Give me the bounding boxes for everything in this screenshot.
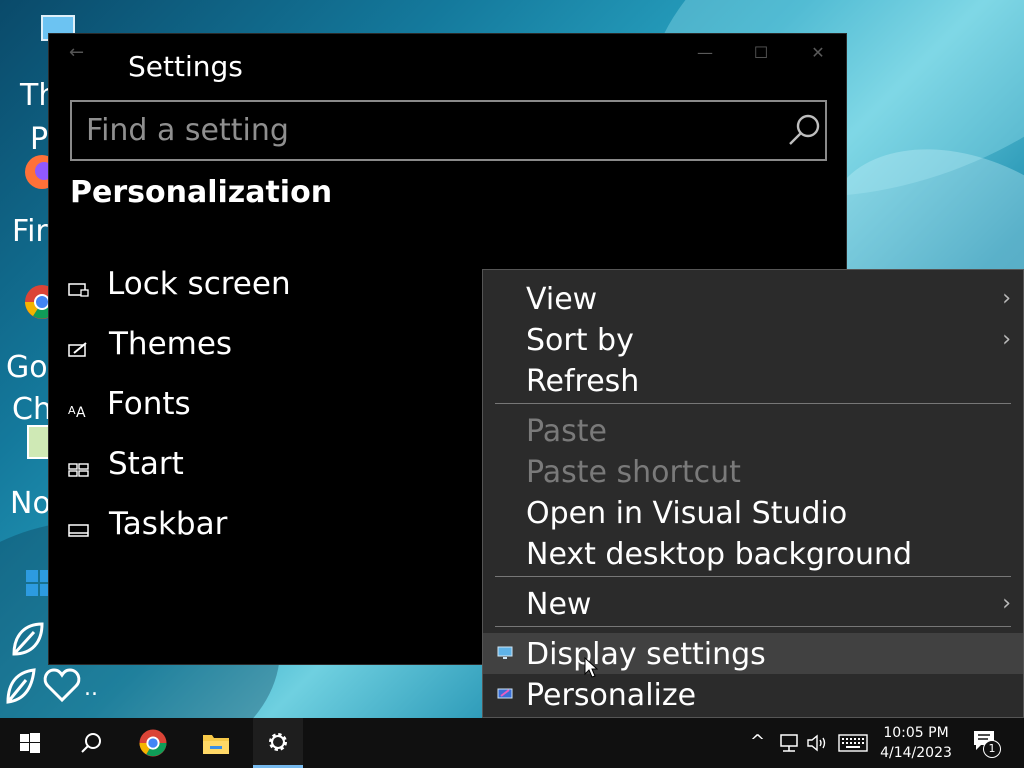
menu-item-paste: Paste (526, 414, 607, 449)
feather-icon (6, 668, 36, 704)
menu-item-display-settings[interactable]: Display settings (483, 633, 1023, 674)
svg-text:A: A (76, 405, 86, 418)
window-title: Settings (128, 50, 243, 83)
themes-icon (68, 342, 87, 357)
desktop-ellipsis: .. (84, 676, 98, 701)
page-title: Personalization (70, 175, 333, 210)
menu-separator (495, 626, 1011, 627)
svg-text:A: A (68, 404, 76, 417)
search-icon[interactable] (787, 112, 823, 148)
menu-separator (495, 403, 1011, 404)
keyboard-icon[interactable] (838, 734, 868, 752)
leaf-icon (12, 622, 44, 656)
start-button[interactable] (5, 718, 55, 768)
show-hidden-icons-button[interactable]: ^ (750, 731, 765, 752)
network-icon[interactable] (778, 733, 800, 753)
menu-item-paste-shortcut: Paste shortcut (526, 455, 741, 490)
clock-time: 10:05 PM (883, 725, 949, 741)
menu-item-refresh[interactable]: Refresh (483, 360, 1023, 401)
lock-screen-icon (68, 283, 89, 297)
nav-item-label: Lock screen (107, 266, 291, 302)
menu-separator (495, 576, 1011, 577)
clock-date: 4/14/2023 (880, 745, 952, 761)
gear-icon (269, 733, 287, 751)
chevron-right-icon: › (1002, 286, 1011, 311)
title-bar[interactable]: ← Settings — ☐ ✕ (49, 34, 846, 83)
start-icon (68, 463, 89, 477)
windows-logo-icon (20, 733, 40, 753)
menu-item-next-desktop-background[interactable]: Next desktop background (483, 533, 1023, 574)
nav-item-label: Start (108, 446, 184, 482)
menu-item-personalize[interactable]: Personalize (483, 674, 1023, 715)
action-center-button[interactable]: 1 (962, 718, 1012, 768)
notification-badge: 1 (983, 740, 1001, 758)
back-button[interactable]: ← (69, 42, 84, 63)
menu-item-sort-by[interactable]: Sort by › (483, 319, 1023, 360)
personalize-icon (497, 688, 513, 699)
menu-item-new[interactable]: New › (483, 583, 1023, 624)
chevron-right-icon: › (1002, 591, 1011, 616)
system-clock[interactable]: 10:05 PM 4/14/2023 (870, 723, 962, 763)
maximize-button[interactable]: ☐ (749, 43, 773, 62)
search-input[interactable] (86, 110, 766, 150)
menu-item-view[interactable]: View › (483, 278, 1023, 319)
taskbar: ^ 10:05 PM 4/14/2023 1 (0, 718, 1024, 768)
taskbar-icon (68, 524, 89, 537)
nav-item-label: Themes (109, 326, 233, 362)
heart-icon (43, 668, 81, 703)
minimize-button[interactable]: — (693, 43, 717, 62)
display-icon (497, 646, 513, 659)
nav-item-label: Taskbar (109, 506, 228, 542)
taskbar-file-explorer[interactable] (191, 718, 241, 768)
nav-item-label: Fonts (107, 386, 191, 422)
menu-item-open-in-visual-studio[interactable]: Open in Visual Studio (483, 492, 1023, 533)
desktop-context-menu: View › Sort by › Refresh Paste Paste sho… (482, 269, 1024, 718)
mouse-pointer-icon (584, 657, 598, 678)
taskbar-chrome[interactable] (128, 718, 178, 768)
search-icon (81, 733, 101, 753)
search-button[interactable] (65, 718, 115, 768)
chevron-right-icon: › (1002, 327, 1011, 352)
folder-icon (203, 735, 229, 754)
chrome-icon (139, 729, 167, 757)
search-box[interactable] (70, 100, 827, 161)
taskbar-settings[interactable] (253, 718, 303, 768)
fonts-icon: AA (68, 404, 86, 418)
volume-icon[interactable] (806, 733, 828, 753)
close-button[interactable]: ✕ (806, 43, 830, 62)
